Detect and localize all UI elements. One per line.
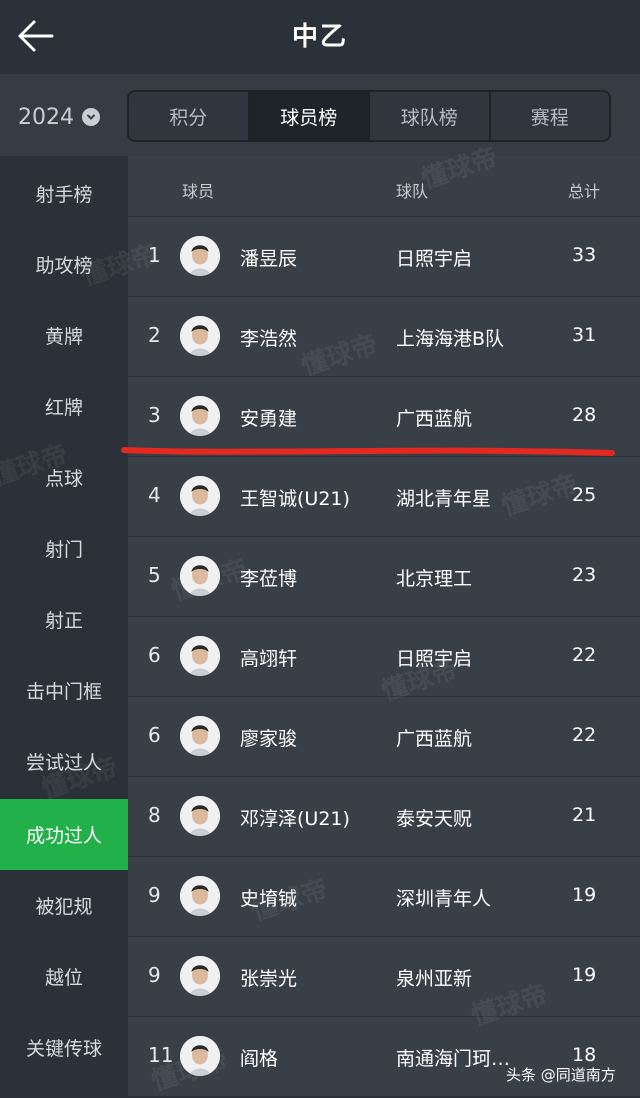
tab-standings[interactable]: 积分 [129, 92, 250, 140]
total-value: 31 [572, 324, 597, 346]
sidebar-item-scorers[interactable]: 射手榜 [0, 158, 128, 229]
total-value: 33 [572, 244, 597, 266]
sidebar-item-shots[interactable]: 射门 [0, 513, 128, 584]
sidebar-item-successful-dribbles[interactable]: 成功过人 [0, 799, 128, 870]
table-row[interactable]: 8 邓淳泽(U21) 泰安天贶 21 [128, 776, 640, 856]
player-name: 廖家骏 [240, 728, 298, 750]
player-name: 阎格 [240, 1048, 279, 1070]
team-name: 北京理工 [396, 568, 473, 590]
year-value: 2024 [18, 104, 74, 130]
player-avatar [180, 1036, 220, 1076]
total-value: 18 [572, 1044, 597, 1066]
table-row[interactable]: 6 高翊轩 日照宇启 22 [128, 616, 640, 696]
rank: 6 [148, 643, 161, 667]
rank: 3 [148, 403, 161, 427]
team-name: 日照宇启 [396, 648, 473, 670]
table-row[interactable]: 2 李浩然 上海海港B队 31 [128, 296, 640, 376]
table-row[interactable]: 9 张崇光 泉州亚新 19 [128, 936, 640, 1016]
player-name: 李莅博 [240, 568, 298, 590]
chevron-down-icon [82, 108, 100, 126]
sidebar-item-dribbles-attempted[interactable]: 尝试过人 [0, 726, 128, 797]
player-ranking-table: 球员 球队 总计 1 潘昱辰 日照宇启 33 2 李浩然 上海海港B队 31 3 安勇建 广西蓝航 2… [128, 156, 640, 1096]
sidebar-item-penalties[interactable]: 点球 [0, 442, 128, 513]
column-header-player: 球员 [182, 182, 215, 201]
sidebar-item-key-passes[interactable]: 关键传球 [0, 1012, 128, 1083]
player-name: 张崇光 [240, 968, 298, 990]
sidebar-item-offsides[interactable]: 越位 [0, 941, 128, 1012]
player-name: 史堉铖 [240, 888, 298, 910]
player-avatar [180, 316, 220, 356]
tab-player-rankings[interactable]: 球员榜 [249, 92, 370, 140]
table-header: 球员 球队 总计 [128, 156, 640, 216]
app-header: 中乙 [0, 0, 640, 74]
team-name: 泰安天贶 [396, 808, 473, 830]
player-name: 潘昱辰 [240, 248, 298, 270]
team-name: 泉州亚新 [396, 968, 473, 990]
team-name: 广西蓝航 [396, 728, 473, 750]
total-value: 22 [572, 724, 597, 746]
rank: 5 [148, 563, 161, 587]
tab-bar: 积分 球员榜 球队榜 赛程 [127, 90, 611, 142]
table-row[interactable]: 6 廖家骏 广西蓝航 22 [128, 696, 640, 776]
table-row[interactable]: 5 李莅博 北京理工 23 [128, 536, 640, 616]
sidebar-item-woodwork[interactable]: 击中门框 [0, 655, 128, 726]
rank: 6 [148, 723, 161, 747]
player-avatar [180, 396, 220, 436]
team-name: 深圳青年人 [396, 888, 492, 910]
source-credit: 头条 @同道南方 [506, 1066, 616, 1084]
total-value: 25 [572, 484, 597, 506]
player-name: 王智诚(U21) [240, 488, 350, 510]
table-row[interactable]: 1 潘昱辰 日照宇启 33 [128, 216, 640, 296]
rank: 11 [148, 1043, 174, 1067]
player-avatar [180, 956, 220, 996]
rank: 2 [148, 323, 161, 347]
year-selector[interactable]: 2024 [18, 102, 100, 132]
player-avatar [180, 716, 220, 756]
player-name: 安勇建 [240, 408, 298, 430]
team-name: 日照宇启 [396, 248, 473, 270]
team-name: 湖北青年星 [396, 488, 492, 510]
rank: 4 [148, 483, 161, 507]
player-avatar [180, 636, 220, 676]
total-value: 22 [572, 644, 597, 666]
total-value: 19 [572, 884, 597, 906]
tab-team-rankings[interactable]: 球队榜 [370, 92, 491, 140]
stat-category-sidebar: 射手榜 助攻榜 黄牌 红牌 点球 射门 射正 击中门框 尝试过人 成功过人 被犯… [0, 156, 128, 1096]
player-avatar [180, 476, 220, 516]
sidebar-item-shots-on-target[interactable]: 射正 [0, 584, 128, 655]
player-avatar [180, 876, 220, 916]
rank: 1 [148, 243, 161, 267]
tab-schedule[interactable]: 赛程 [491, 92, 610, 140]
column-header-team: 球队 [396, 182, 429, 201]
player-avatar [180, 796, 220, 836]
page-title: 中乙 [291, 22, 348, 52]
player-avatar [180, 556, 220, 596]
sidebar-item-fouled[interactable]: 被犯规 [0, 870, 128, 941]
table-row[interactable]: 9 史堉铖 深圳青年人 19 [128, 856, 640, 936]
total-value: 28 [572, 404, 597, 426]
sidebar-item-red-cards[interactable]: 红牌 [0, 371, 128, 442]
player-avatar [180, 236, 220, 276]
sidebar-item-assists[interactable]: 助攻榜 [0, 229, 128, 300]
player-name: 高翊轩 [240, 648, 298, 670]
player-name: 邓淳泽(U21) [240, 808, 350, 830]
rank: 9 [148, 883, 161, 907]
sidebar-item-yellow-cards[interactable]: 黄牌 [0, 300, 128, 371]
table-row[interactable]: 4 王智诚(U21) 湖北青年星 25 [128, 456, 640, 536]
total-value: 21 [572, 804, 597, 826]
table-row[interactable]: 3 安勇建 广西蓝航 28 [128, 376, 640, 456]
column-header-total: 总计 [568, 182, 601, 201]
total-value: 19 [572, 964, 597, 986]
team-name: 广西蓝航 [396, 408, 473, 430]
player-name: 李浩然 [240, 328, 298, 350]
rank: 8 [148, 803, 161, 827]
team-name: 上海海港B队 [396, 328, 505, 350]
rank: 9 [148, 963, 161, 987]
total-value: 23 [572, 564, 597, 586]
